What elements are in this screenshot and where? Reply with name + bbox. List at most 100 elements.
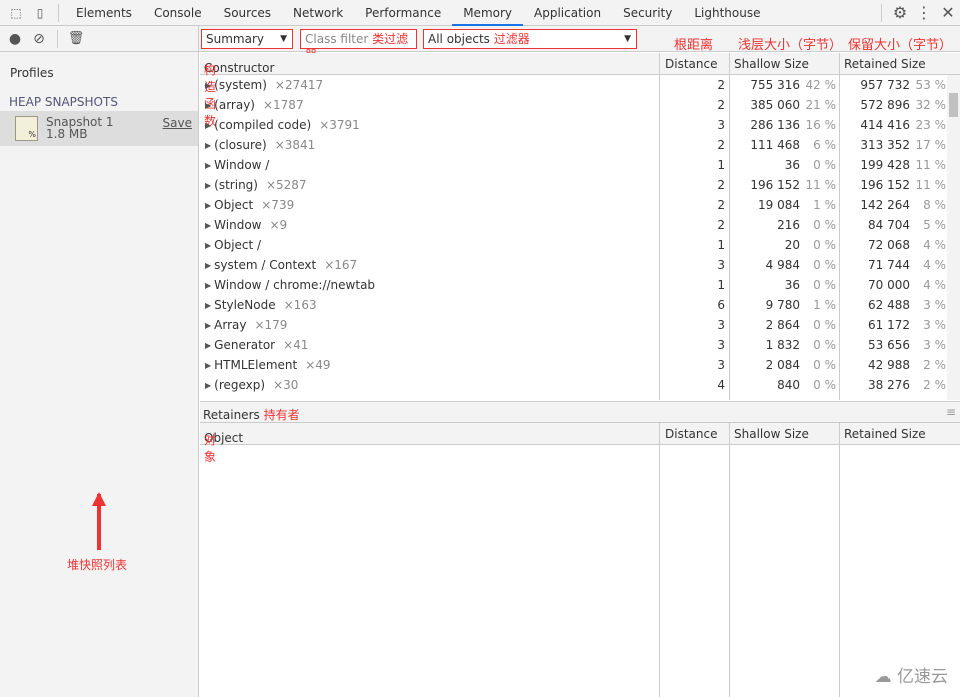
tab-sources[interactable]: Sources bbox=[213, 0, 282, 26]
distance-cell: 3 bbox=[717, 338, 725, 352]
table-row[interactable]: ▶ HTMLElement ×49 3 2 084 0 % 42 988 2 % bbox=[200, 355, 960, 375]
inspect-element-icon[interactable]: ⬚ bbox=[4, 1, 28, 25]
expand-triangle-icon[interactable]: ▶ bbox=[205, 121, 211, 130]
trash-icon[interactable]: 🗑 bbox=[64, 27, 88, 51]
annotation-retained: 保留大小（字节） bbox=[848, 38, 953, 53]
expand-triangle-icon[interactable]: ▶ bbox=[205, 161, 211, 170]
retained-size-percent: 3 % bbox=[923, 298, 946, 312]
shallow-size-percent: 0 % bbox=[813, 318, 836, 332]
constructor-cell: ▶ (compiled code) ×3791 bbox=[205, 115, 360, 135]
instance-count: ×179 bbox=[254, 318, 288, 332]
shallow-size-cell: 111 468 bbox=[750, 138, 800, 152]
shallow-size-percent: 42 % bbox=[805, 78, 837, 92]
shallow-size-percent: 0 % bbox=[813, 258, 836, 272]
column-distance[interactable]: Distance bbox=[665, 427, 717, 441]
annotation: 持有者 bbox=[263, 408, 300, 422]
expand-triangle-icon[interactable]: ▶ bbox=[205, 181, 211, 190]
constructor-cell: ▶ Object ×739 bbox=[205, 195, 294, 215]
tab-elements[interactable]: Elements bbox=[65, 0, 143, 26]
table-row[interactable]: ▶ StyleNode ×163 6 9 780 1 % 62 488 3 % bbox=[200, 295, 960, 315]
table-row[interactable]: ▶ system / Context ×167 3 4 984 0 % 71 744… bbox=[200, 255, 960, 275]
expand-triangle-icon[interactable]: ▶ bbox=[205, 321, 211, 330]
close-icon[interactable]: ✕ bbox=[936, 1, 960, 25]
table-row[interactable]: ▶ (compiled code) ×3791 3 286 136 16 % 414… bbox=[200, 115, 960, 135]
table-row[interactable]: ▶ (string) ×5287 2 196 152 11 % 196 152 11… bbox=[200, 175, 960, 195]
column-shallow-size[interactable]: Shallow Size bbox=[734, 57, 809, 71]
table-row[interactable]: ▶ (regexp) ×30 4 840 0 % 38 276 2 % bbox=[200, 375, 960, 395]
expand-triangle-icon[interactable]: ▶ bbox=[205, 221, 211, 230]
table-row[interactable]: ▶ Window / chrome://newtab 1 36 0 % 70 00… bbox=[200, 275, 960, 295]
constructor-cell: ▶ (regexp) ×30 bbox=[205, 375, 298, 395]
constructor-name: (closure) bbox=[214, 138, 267, 152]
table-row[interactable]: ▶ Object ×739 2 19 084 1 % 142 264 8 % bbox=[200, 195, 960, 215]
table-row[interactable]: ▶ Array ×179 3 2 864 0 % 61 172 3 % bbox=[200, 315, 960, 335]
record-icon[interactable]: ● bbox=[3, 27, 27, 51]
expand-triangle-icon[interactable]: ▶ bbox=[205, 201, 211, 210]
expand-triangle-icon[interactable]: ▶ bbox=[205, 361, 211, 370]
shallow-size-cell: 2 864 bbox=[765, 318, 800, 332]
table-row[interactable]: ▶ (array) ×1787 2 385 060 21 % 572 896 32 … bbox=[200, 95, 960, 115]
profiles-title: Profiles bbox=[10, 66, 54, 80]
expand-triangle-icon[interactable]: ▶ bbox=[205, 341, 211, 350]
retained-size-percent: 4 % bbox=[923, 238, 946, 252]
expand-triangle-icon[interactable]: ▶ bbox=[205, 261, 211, 270]
tab-console[interactable]: Console bbox=[143, 0, 213, 26]
column-shallow-size[interactable]: Shallow Size bbox=[734, 427, 809, 441]
expand-triangle-icon[interactable]: ▶ bbox=[205, 241, 211, 250]
column-retained-size[interactable]: Retained Size bbox=[844, 57, 926, 71]
shallow-size-cell: 286 136 bbox=[750, 118, 800, 132]
table-row[interactable]: ▶ Window / 1 36 0 % 199 428 11 % bbox=[200, 155, 960, 175]
column-retained-size[interactable]: Retained Size bbox=[844, 427, 926, 441]
table-row[interactable]: ▶ (closure) ×3841 2 111 468 6 % 313 352 17… bbox=[200, 135, 960, 155]
table-row[interactable]: ▶ Object / 1 20 0 % 72 068 4 % bbox=[200, 235, 960, 255]
tab-network[interactable]: Network bbox=[282, 0, 354, 26]
shallow-size-cell: 36 bbox=[784, 158, 800, 172]
constructor-name: HTMLElement bbox=[214, 358, 298, 372]
retained-size-cell: 313 352 bbox=[860, 138, 910, 152]
expand-triangle-icon[interactable]: ▶ bbox=[205, 381, 211, 390]
view-select[interactable]: Summary ▼ bbox=[201, 29, 293, 49]
retained-size-percent: 3 % bbox=[923, 338, 946, 352]
constructor-cell: ▶ Window ×9 bbox=[205, 215, 287, 235]
save-link[interactable]: Save bbox=[163, 116, 192, 130]
instance-count: ×9 bbox=[269, 218, 288, 232]
table-row[interactable]: ▶ (system) ×27417 2 755 316 42 % 957 732 5… bbox=[200, 75, 960, 95]
gear-icon[interactable]: ⚙ bbox=[888, 1, 912, 25]
expand-triangle-icon[interactable]: ▶ bbox=[205, 141, 211, 150]
objects-select[interactable]: All objects 过滤器 ▼ bbox=[423, 29, 637, 49]
clear-icon[interactable]: ⊘ bbox=[27, 27, 51, 51]
distance-cell: 2 bbox=[717, 138, 725, 152]
class-filter-placeholder: Class filter bbox=[305, 32, 369, 46]
device-toolbar-icon[interactable]: ▯ bbox=[28, 1, 52, 25]
resize-handle-icon[interactable]: ≡ bbox=[946, 405, 956, 419]
table-row[interactable]: ▶ Generator ×41 3 1 832 0 % 53 656 3 % bbox=[200, 335, 960, 355]
watermark-logo: ☁ 亿速云 bbox=[874, 667, 948, 687]
constructor-name: Object bbox=[214, 198, 254, 212]
column-distance[interactable]: Distance bbox=[665, 57, 717, 71]
scrollbar[interactable] bbox=[947, 75, 960, 400]
tab-performance[interactable]: Performance bbox=[354, 0, 452, 26]
tab-security[interactable]: Security bbox=[612, 0, 683, 26]
constructor-name: (regexp) bbox=[214, 378, 266, 392]
divider bbox=[58, 3, 59, 22]
snapshot-item[interactable]: % Snapshot 1 1.8 MB Save bbox=[0, 111, 198, 146]
retained-size-cell: 84 704 bbox=[868, 218, 910, 232]
retained-size-cell: 70 000 bbox=[868, 278, 910, 292]
expand-triangle-icon[interactable]: ▶ bbox=[205, 81, 211, 90]
expand-triangle-icon[interactable]: ▶ bbox=[205, 301, 211, 310]
distance-cell: 3 bbox=[717, 118, 725, 132]
retained-size-cell: 142 264 bbox=[860, 198, 910, 212]
snapshot-icon: % bbox=[15, 116, 38, 141]
expand-triangle-icon[interactable]: ▶ bbox=[205, 101, 211, 110]
distance-cell: 2 bbox=[717, 78, 725, 92]
tab-application[interactable]: Application bbox=[523, 0, 612, 26]
retained-size-percent: 32 % bbox=[915, 98, 947, 112]
class-filter-input[interactable]: Class filter 类过滤器 bbox=[300, 29, 417, 62]
profiles-sidebar: Profiles HEAP SNAPSHOTS % Snapshot 1 1.8 … bbox=[0, 52, 199, 697]
tab-memory[interactable]: Memory bbox=[452, 0, 524, 26]
expand-triangle-icon[interactable]: ▶ bbox=[205, 281, 211, 290]
more-menu-icon[interactable]: ⋮ bbox=[912, 1, 936, 25]
tab-lighthouse[interactable]: Lighthouse bbox=[683, 0, 771, 26]
retained-size-percent: 11 % bbox=[915, 158, 947, 172]
table-row[interactable]: ▶ Window ×9 2 216 0 % 84 704 5 % bbox=[200, 215, 960, 235]
